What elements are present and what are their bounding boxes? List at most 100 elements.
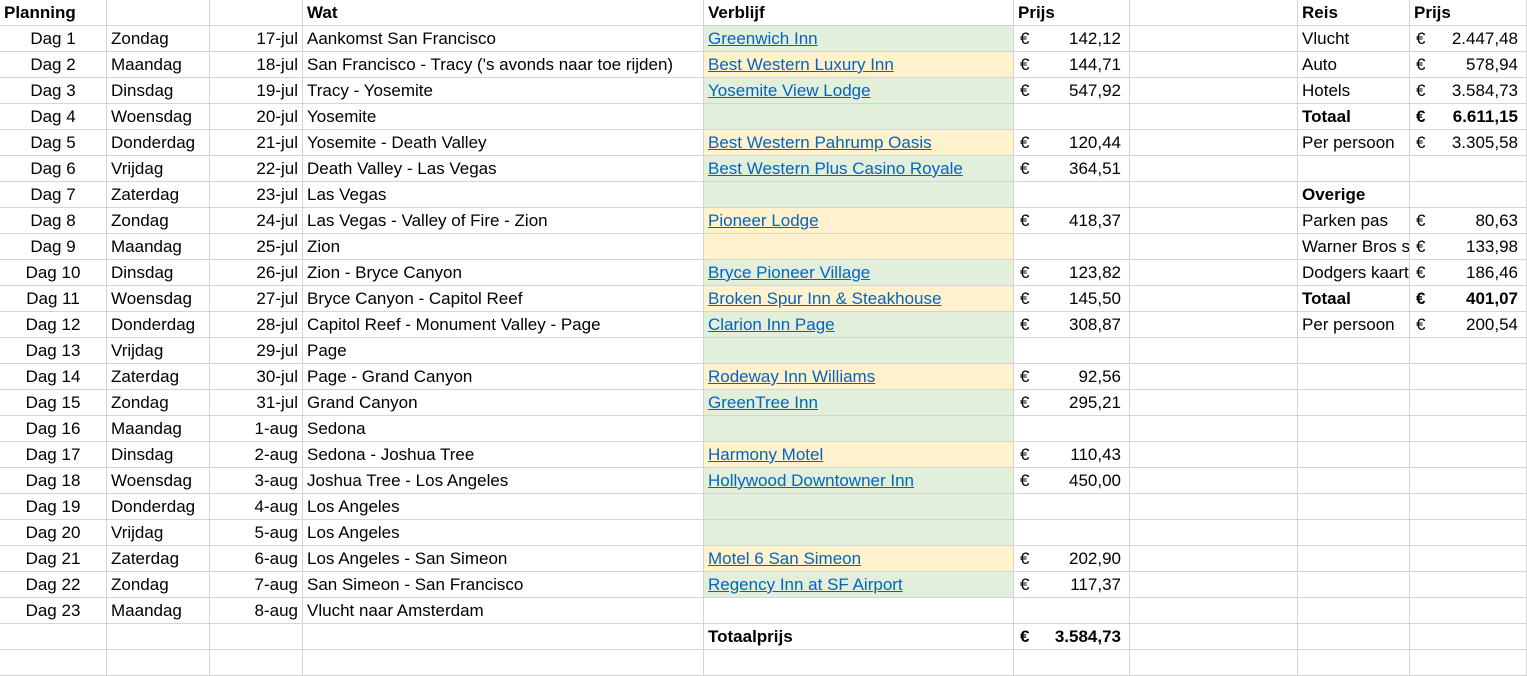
day-number[interactable]: Dag 9 (0, 234, 107, 260)
summary-label[interactable]: Parken pas (1298, 208, 1410, 234)
weekday[interactable]: Woensdag (107, 104, 210, 130)
activity[interactable]: Joshua Tree - Los Angeles (303, 468, 704, 494)
day-number[interactable]: Dag 6 (0, 156, 107, 182)
activity[interactable]: Capitol Reef - Monument Valley - Page (303, 312, 704, 338)
weekday[interactable]: Donderdag (107, 494, 210, 520)
empty-cell[interactable] (1130, 78, 1298, 104)
accommodation[interactable] (704, 234, 1014, 260)
date[interactable]: 8-aug (210, 598, 303, 624)
summary-label[interactable]: Per persoon (1298, 312, 1410, 338)
date[interactable]: 24-jul (210, 208, 303, 234)
price[interactable] (1014, 598, 1130, 624)
empty-cell[interactable] (1410, 572, 1527, 598)
day-number[interactable]: Dag 14 (0, 364, 107, 390)
weekday[interactable]: Woensdag (107, 468, 210, 494)
date[interactable]: 30-jul (210, 364, 303, 390)
summary-value[interactable]: €80,63 (1410, 208, 1527, 234)
empty-cell[interactable] (1410, 442, 1527, 468)
price[interactable] (1014, 104, 1130, 130)
date[interactable]: 23-jul (210, 182, 303, 208)
accommodation[interactable]: Broken Spur Inn & Steakhouse (704, 286, 1014, 312)
day-number[interactable]: Dag 16 (0, 416, 107, 442)
empty-cell[interactable] (1298, 546, 1410, 572)
date[interactable]: 25-jul (210, 234, 303, 260)
weekday[interactable]: Zaterdag (107, 182, 210, 208)
weekday[interactable]: Vrijdag (107, 338, 210, 364)
accommodation[interactable]: Hollywood Downtowner Inn (704, 468, 1014, 494)
day-number[interactable]: Dag 21 (0, 546, 107, 572)
activity[interactable]: Los Angeles - San Simeon (303, 546, 704, 572)
empty-cell[interactable] (1410, 494, 1527, 520)
empty-cell[interactable] (1298, 598, 1410, 624)
weekday[interactable]: Donderdag (107, 130, 210, 156)
empty-cell[interactable] (210, 624, 303, 650)
activity[interactable]: Aankomst San Francisco (303, 26, 704, 52)
activity[interactable]: Yosemite (303, 104, 704, 130)
date[interactable]: 28-jul (210, 312, 303, 338)
day-number[interactable]: Dag 2 (0, 52, 107, 78)
empty-cell[interactable] (1130, 130, 1298, 156)
empty-cell[interactable] (1130, 104, 1298, 130)
empty-cell[interactable] (1130, 442, 1298, 468)
accommodation[interactable]: Best Western Pahrump Oasis (704, 130, 1014, 156)
day-number[interactable]: Dag 10 (0, 260, 107, 286)
price[interactable]: €202,90 (1014, 546, 1130, 572)
price[interactable]: €117,37 (1014, 572, 1130, 598)
total-price[interactable]: €3.584,73 (1014, 624, 1130, 650)
price[interactable] (1014, 182, 1130, 208)
empty-cell[interactable] (1130, 364, 1298, 390)
empty-cell[interactable] (1410, 338, 1527, 364)
accommodation[interactable] (704, 494, 1014, 520)
summary-label[interactable]: Vlucht (1298, 26, 1410, 52)
weekday[interactable]: Dinsdag (107, 442, 210, 468)
accommodation[interactable]: GreenTree Inn (704, 390, 1014, 416)
weekday[interactable]: Zondag (107, 208, 210, 234)
empty-cell[interactable] (1130, 338, 1298, 364)
empty-cell[interactable] (1298, 520, 1410, 546)
header-reis[interactable]: Reis (1298, 0, 1410, 26)
weekday[interactable]: Vrijdag (107, 520, 210, 546)
accommodation[interactable] (704, 598, 1014, 624)
summary-value[interactable]: €133,98 (1410, 234, 1527, 260)
price[interactable] (1014, 338, 1130, 364)
accommodation[interactable]: Greenwich Inn (704, 26, 1014, 52)
summary-label[interactable]: Hotels (1298, 78, 1410, 104)
price[interactable]: €120,44 (1014, 130, 1130, 156)
empty-cell[interactable] (1410, 468, 1527, 494)
date[interactable]: 6-aug (210, 546, 303, 572)
activity[interactable]: Death Valley - Las Vegas (303, 156, 704, 182)
date[interactable]: 29-jul (210, 338, 303, 364)
weekday[interactable]: Woensdag (107, 286, 210, 312)
price[interactable]: €547,92 (1014, 78, 1130, 104)
accommodation-text[interactable]: Regency Inn at SF Airport (708, 575, 903, 594)
accommodation-text[interactable]: Bryce Pioneer Village (708, 263, 870, 282)
empty-cell[interactable] (1130, 468, 1298, 494)
empty-cell[interactable] (1410, 416, 1527, 442)
empty-cell[interactable] (107, 624, 210, 650)
accommodation[interactable]: Harmony Motel (704, 442, 1014, 468)
activity[interactable]: Grand Canyon (303, 390, 704, 416)
empty-cell[interactable] (1298, 624, 1410, 650)
activity[interactable]: Sedona (303, 416, 704, 442)
weekday[interactable]: Maandag (107, 52, 210, 78)
activity[interactable]: San Simeon - San Francisco (303, 572, 704, 598)
activity[interactable]: Vlucht naar Amsterdam (303, 598, 704, 624)
empty-cell[interactable] (1130, 234, 1298, 260)
empty-cell[interactable] (1130, 546, 1298, 572)
header-prijs-summary[interactable]: Prijs (1410, 0, 1527, 26)
header-prijs[interactable]: Prijs (1014, 0, 1130, 26)
accommodation-text[interactable]: Harmony Motel (708, 445, 823, 464)
weekday[interactable]: Donderdag (107, 312, 210, 338)
empty-cell[interactable] (0, 624, 107, 650)
date[interactable]: 21-jul (210, 130, 303, 156)
day-number[interactable]: Dag 20 (0, 520, 107, 546)
activity[interactable]: Bryce Canyon - Capitol Reef (303, 286, 704, 312)
accommodation-text[interactable]: Clarion Inn Page (708, 315, 835, 334)
empty-cell[interactable] (1130, 260, 1298, 286)
summary-label[interactable]: Auto (1298, 52, 1410, 78)
date[interactable]: 26-jul (210, 260, 303, 286)
price[interactable]: €123,82 (1014, 260, 1130, 286)
day-number[interactable]: Dag 18 (0, 468, 107, 494)
day-number[interactable]: Dag 8 (0, 208, 107, 234)
summary-value[interactable]: €186,46 (1410, 260, 1527, 286)
